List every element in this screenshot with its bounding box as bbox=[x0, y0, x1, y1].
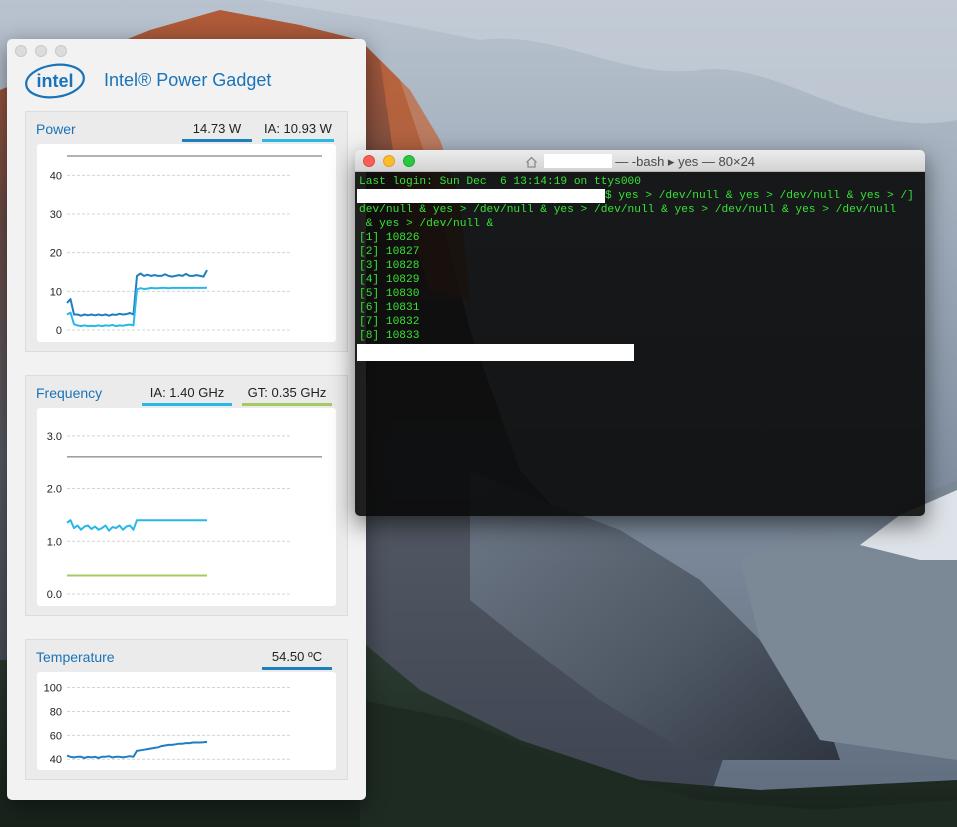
redacted-prompt bbox=[357, 189, 605, 203]
temperature-label: Temperature bbox=[36, 649, 115, 665]
y-tick-label: 10 bbox=[50, 286, 62, 298]
y-tick-label: 30 bbox=[50, 209, 62, 221]
temperature-chart: 40 60 80 100 bbox=[37, 672, 336, 770]
close-button[interactable] bbox=[15, 45, 27, 57]
terminal-line: Last login: Sun Dec 6 13:14:19 on ttys00… bbox=[359, 176, 641, 188]
intel-logo-icon: intel bbox=[25, 63, 85, 99]
terminal-output[interactable]: Last login: Sun Dec 6 13:14:19 on ttys00… bbox=[355, 172, 925, 516]
y-tick-label: 2.0 bbox=[47, 484, 62, 496]
terminal-line: dev/null & yes > /dev/null & yes > /dev/… bbox=[359, 204, 897, 216]
frequency-label: Frequency bbox=[36, 385, 103, 401]
y-tick-label: 1.0 bbox=[47, 536, 62, 548]
terminal-title-text: — -bash ▸ yes — 80×24 bbox=[615, 154, 756, 169]
terminal-line: [6] 10831 bbox=[359, 302, 420, 314]
frequency-chart: 0.0 1.0 2.0 3.0 bbox=[37, 408, 336, 606]
temperature-panel: Temperature 54.50 ºC 40 60 80 100 bbox=[25, 639, 348, 780]
terminal-window[interactable]: — -bash ▸ yes — 80×24 Last login: Sun De… bbox=[355, 150, 925, 516]
terminal-line: [2] 10827 bbox=[359, 246, 420, 258]
home-icon bbox=[525, 156, 537, 168]
terminal-line: [3] 10828 bbox=[359, 260, 420, 272]
terminal-line: [4] 10829 bbox=[359, 274, 420, 286]
terminal-line: [8] 10833 bbox=[359, 330, 420, 342]
app-title: Intel® Power Gadget bbox=[104, 70, 272, 90]
power-panel: Power 14.73 W IA: 10.93 W 0 10 20 30 40 bbox=[25, 111, 348, 352]
terminal-line: [1] 10826 bbox=[359, 232, 420, 244]
ia-frequency-value: IA: 1.40 GHz bbox=[142, 385, 232, 406]
terminal-titlebar[interactable]: — -bash ▸ yes — 80×24 bbox=[355, 150, 925, 172]
power-label: Power bbox=[36, 121, 76, 137]
power-chart: 0 10 20 30 40 bbox=[37, 144, 336, 342]
terminal-line: & yes > /dev/null & bbox=[359, 218, 494, 230]
y-tick-label: 3.0 bbox=[47, 431, 62, 443]
power-gadget-window[interactable]: intel Intel® Power Gadget Power 14.73 W … bbox=[7, 39, 366, 800]
series-line bbox=[66, 286, 208, 328]
terminal-line: [5] 10830 bbox=[359, 288, 420, 300]
terminal-line: $ yes > /dev/null & yes > /dev/null & ye… bbox=[605, 190, 914, 202]
redacted-prompt bbox=[357, 344, 634, 361]
zoom-button[interactable] bbox=[55, 45, 67, 57]
y-tick-label: 20 bbox=[50, 248, 62, 260]
y-tick-label: 0 bbox=[56, 325, 62, 337]
series-line bbox=[66, 740, 208, 759]
svg-text:intel: intel bbox=[36, 71, 73, 91]
package-power-value: 14.73 W bbox=[182, 121, 252, 142]
terminal-title: — -bash ▸ yes — 80×24 bbox=[355, 154, 925, 170]
y-tick-label: 100 bbox=[44, 683, 62, 695]
y-tick-label: 0.0 bbox=[47, 589, 62, 601]
y-tick-label: 60 bbox=[50, 730, 62, 742]
temperature-value: 54.50 ºC bbox=[262, 649, 332, 670]
minimize-button[interactable] bbox=[35, 45, 47, 57]
y-tick-label: 40 bbox=[50, 170, 62, 182]
window-controls bbox=[15, 45, 67, 57]
y-tick-label: 80 bbox=[50, 706, 62, 718]
redacted-username bbox=[543, 154, 612, 168]
y-tick-label: 40 bbox=[50, 754, 62, 766]
terminal-line: [7] 10832 bbox=[359, 316, 420, 328]
gt-frequency-value: GT: 0.35 GHz bbox=[242, 385, 332, 406]
ia-power-value: IA: 10.93 W bbox=[262, 121, 334, 142]
series-line bbox=[66, 519, 207, 532]
frequency-panel: Frequency IA: 1.40 GHz GT: 0.35 GHz 0.0 1… bbox=[25, 375, 348, 616]
